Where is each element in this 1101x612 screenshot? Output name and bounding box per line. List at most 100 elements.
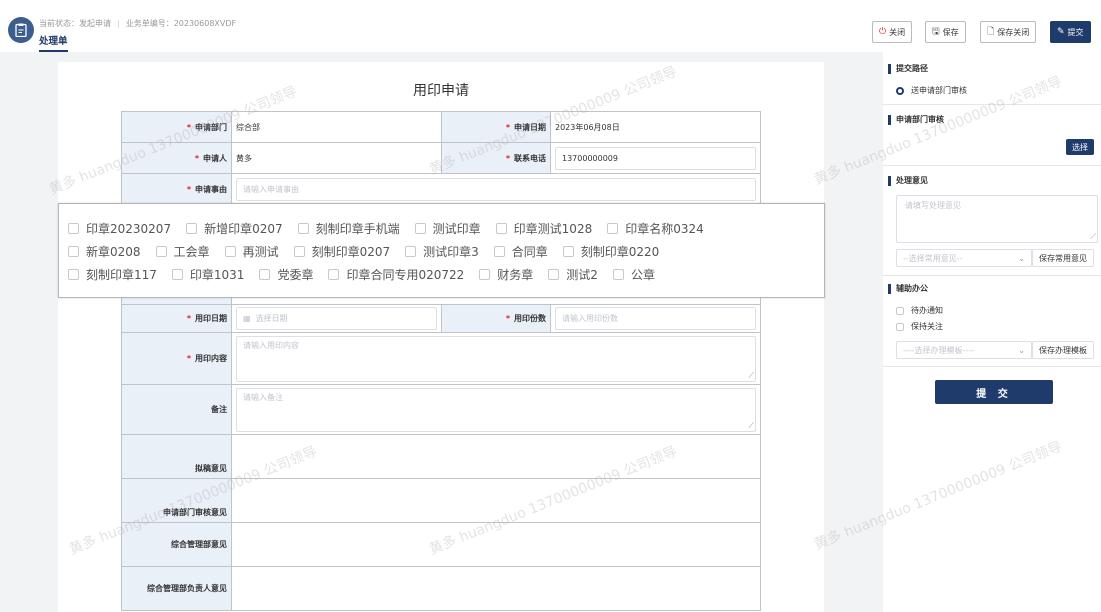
template-select[interactable]: ----选择办理模板---- ⌄ xyxy=(896,341,1032,359)
seal-option[interactable]: 印章20230207 xyxy=(68,220,171,237)
route-section-title: 提交路径 xyxy=(888,64,928,74)
dept-label: 申请部门 xyxy=(195,122,227,132)
checkbox[interactable] xyxy=(293,246,305,257)
keep-follow-checkbox[interactable]: 保持关注 xyxy=(896,321,943,332)
seal-row-2: 新章0208 工会章 再测试 刻制印章0207 测试印章3 合同章 刻制印章02… xyxy=(68,243,674,260)
seal-option[interactable]: 公章 xyxy=(612,266,655,283)
seal-option[interactable]: 刻制印章0220 xyxy=(562,243,659,260)
seal-option[interactable]: 合同章 xyxy=(493,243,548,260)
checkbox[interactable] xyxy=(328,269,340,280)
checkbox[interactable] xyxy=(224,246,236,257)
seal-option[interactable]: 印章合同专用020722 xyxy=(328,266,464,283)
seal-option[interactable]: 新增印章0207 xyxy=(186,220,283,237)
checkbox[interactable] xyxy=(612,269,624,280)
checkbox[interactable] xyxy=(479,269,491,280)
seal-option[interactable]: 印章测试1028 xyxy=(495,220,592,237)
save-common-opinion-button[interactable]: 保存常用意见 xyxy=(1032,249,1094,267)
copies-label: 用印份数 xyxy=(514,314,546,323)
mgmt-head-opinion-value xyxy=(231,566,761,611)
checkbox[interactable] xyxy=(186,223,198,234)
seal-option[interactable]: 刻制印章手机端 xyxy=(297,220,400,237)
checkbox[interactable] xyxy=(171,269,183,280)
seal-option[interactable]: 财务章 xyxy=(479,266,533,283)
copies-input[interactable]: 请输入用印份数 xyxy=(555,307,756,330)
phone-label: 联系电话 xyxy=(514,153,546,163)
seal-option[interactable]: 印章名称0324 xyxy=(607,220,704,237)
chevron-down-icon: ⌄ xyxy=(1018,345,1025,355)
checkbox[interactable] xyxy=(259,269,271,280)
mgmt-head-opinion-label: 综合管理部负责人意见 xyxy=(121,566,232,611)
applicant-value: 黄多 xyxy=(231,142,442,174)
seal-option[interactable]: 测试2 xyxy=(548,266,598,283)
seal-option[interactable]: 党委章 xyxy=(259,266,313,283)
checkbox[interactable] xyxy=(896,322,904,331)
divider xyxy=(883,165,1101,166)
route-radio[interactable] xyxy=(896,87,904,95)
seal-row-1: 印章20230207 新增印章0207 刻制印章手机端 测试印章 印章测试102… xyxy=(68,220,719,237)
checkbox[interactable] xyxy=(607,223,619,234)
dept-review-opinion-value xyxy=(231,478,761,523)
tab-process-form[interactable]: 处理单 xyxy=(39,33,68,52)
phone-input[interactable]: 13700000009 xyxy=(555,146,756,170)
checkbox[interactable] xyxy=(155,246,167,257)
checkbox[interactable] xyxy=(297,223,309,234)
checkbox[interactable] xyxy=(405,246,417,257)
seal-option[interactable]: 刻制印章117 xyxy=(68,266,157,283)
opinion-textarea[interactable]: 请填写处理意见 ⟋ xyxy=(896,195,1098,243)
seal-option[interactable]: 印章1031 xyxy=(171,266,244,283)
chevron-down-icon: ⌄ xyxy=(1018,253,1025,263)
resize-grip-icon[interactable]: ⟋ xyxy=(1090,232,1096,242)
seal-option[interactable]: 新章0208 xyxy=(68,243,141,260)
common-opinion-select[interactable]: --选择常用意见-- ⌄ xyxy=(896,249,1032,267)
submit-large-button[interactable]: 提 交 xyxy=(935,380,1053,404)
checkbox[interactable] xyxy=(68,269,79,280)
mgmt-opinion-label: 综合管理部意见 xyxy=(121,522,232,567)
reason-label: 申请事由 xyxy=(195,184,227,194)
seal-option[interactable]: 测试印章3 xyxy=(405,243,479,260)
todo-notice-checkbox[interactable]: 待办通知 xyxy=(896,305,943,316)
applicant-label: 申请人 xyxy=(203,153,227,163)
business-number: 业务单编号：20230608XVDF xyxy=(125,19,237,28)
checkbox[interactable] xyxy=(495,223,507,234)
reason-input[interactable]: 请输入申请事由 xyxy=(236,177,756,201)
checkbox[interactable] xyxy=(68,246,79,257)
draft-opinion-label: 拟稿意见 xyxy=(121,434,232,479)
use-date-picker[interactable]: ▦ 选择日期 xyxy=(236,307,437,330)
seal-option[interactable]: 刻制印章0207 xyxy=(293,243,390,260)
choose-button[interactable]: 选择 xyxy=(1066,139,1094,155)
checkbox[interactable] xyxy=(896,306,904,315)
assist-section-title: 辅助办公 xyxy=(888,284,928,294)
checkbox[interactable] xyxy=(548,269,560,280)
save-template-button[interactable]: 保存办理模板 xyxy=(1032,341,1094,359)
save-button[interactable]: 🖫 保存 xyxy=(925,21,966,43)
mgmt-opinion-value xyxy=(231,522,761,567)
note-label: 备注 xyxy=(121,384,232,435)
dept-review-opinion-label: 申请部门审核意见 xyxy=(121,478,232,523)
seal-option[interactable]: 再测试 xyxy=(224,243,279,260)
submit-button[interactable]: ✎ 提交 xyxy=(1050,21,1091,43)
seal-option[interactable]: 工会章 xyxy=(155,243,210,260)
calendar-icon: ▦ xyxy=(243,314,251,323)
save-close-icon: 🗋 xyxy=(987,27,995,37)
route-option-label: 送申请部门审核 xyxy=(911,86,967,95)
side-panel xyxy=(883,52,1101,612)
checkbox[interactable] xyxy=(68,223,79,234)
draft-opinion-value xyxy=(231,434,761,479)
note-textarea[interactable]: 请输入备注 ⟋ xyxy=(236,387,756,432)
divider xyxy=(883,366,1101,367)
save-close-button[interactable]: 🗋 保存关闭 xyxy=(980,21,1037,43)
use-date-label: 用印日期 xyxy=(195,314,227,323)
seal-option[interactable]: 测试印章 xyxy=(414,220,481,237)
checkbox[interactable] xyxy=(562,246,574,257)
divider xyxy=(883,104,1101,105)
resize-grip-icon[interactable]: ⟋ xyxy=(748,421,754,431)
resize-grip-icon[interactable]: ⟋ xyxy=(748,371,754,381)
checkbox[interactable] xyxy=(493,246,505,257)
dept-review-section-title: 申请部门审核 xyxy=(888,115,944,125)
close-button[interactable]: ⏻ 关闭 xyxy=(872,21,913,43)
checkbox[interactable] xyxy=(414,223,426,234)
content-textarea[interactable]: 请输入用印内容 ⟋ xyxy=(236,335,756,382)
seal-options-panel: 印章20230207 新增印章0207 刻制印章手机端 测试印章 印章测试102… xyxy=(58,203,825,298)
date-value: 2023年06月08日 xyxy=(550,111,761,143)
save-icon: 🖫 xyxy=(932,27,940,37)
